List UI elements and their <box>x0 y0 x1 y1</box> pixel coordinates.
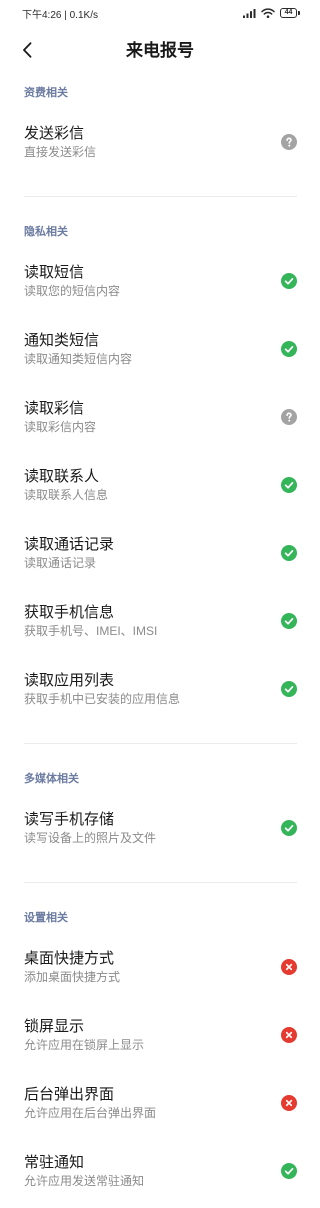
permission-text: 发送彩信直接发送彩信 <box>24 124 96 160</box>
permission-text: 读取短信读取您的短信内容 <box>24 263 120 299</box>
permission-section: 多媒体相关读写手机存储读写设备上的照片及文件 <box>0 764 320 862</box>
section-divider <box>24 743 297 744</box>
permission-item[interactable]: 读取通话记录 读取通话记录 <box>0 519 320 587</box>
check-circle-icon <box>281 341 297 357</box>
permission-section: 设置相关 桌面快捷方式 添加桌面快捷方式 锁屏显示 允许应用在锁屏上显示 后台弹出界面 允许… <box>0 903 320 1205</box>
permission-text: 读取联系人读取联系人信息 <box>24 467 108 503</box>
wifi-icon <box>261 8 275 18</box>
signal-icon <box>243 8 256 18</box>
permission-item[interactable]: 锁屏显示允许应用在锁屏上显示 <box>0 1001 320 1069</box>
permission-text: 常驻通知允许应用发送常驻通知 <box>24 1153 144 1189</box>
permission-title: 读写手机存储 <box>24 811 115 828</box>
section-header: 隐私相关 <box>24 226 68 238</box>
permission-item[interactable]: 发送彩信直接发送彩信 <box>0 108 320 176</box>
permission-title: 获取手机信息 <box>24 604 115 621</box>
battery-cap <box>298 11 300 15</box>
permission-item[interactable]: 获取手机信息获取手机号、IMEI、IMSI <box>0 587 320 655</box>
check-circle-icon <box>281 820 297 836</box>
permission-description: 读取彩信内容 <box>24 420 97 434</box>
permission-text: 获取手机信息获取手机号、IMEI、IMSI <box>24 603 157 639</box>
status-bar: 下午4:26 | 0.1K/s 44 <box>0 0 320 26</box>
permission-item[interactable]: 读取联系人读取联系人信息 <box>0 451 320 519</box>
permission-text: 读取通话记录 读取通话记录 <box>24 535 114 571</box>
permission-section: 隐私相关读取短信读取您的短信内容 通知类短信读取通知类短信内容 读取彩信读取彩信内容… <box>0 217 320 723</box>
permission-title: 发送彩信 <box>24 125 85 142</box>
check-circle-icon <box>281 681 297 697</box>
section-divider <box>24 196 297 197</box>
permission-text: 桌面快捷方式 添加桌面快捷方式 <box>24 949 120 985</box>
permission-description: 允许应用在后台弹出界面 <box>24 1106 157 1120</box>
permission-description: 读取联系人信息 <box>24 488 109 502</box>
permission-description: 获取手机中已安装的应用信息 <box>24 692 181 706</box>
permission-description: 添加桌面快捷方式 <box>24 970 121 984</box>
permission-list: 资费相关发送彩信直接发送彩信 隐私相关读取短信读取您的短信内容 通知类短信读取通知类… <box>0 78 320 1205</box>
permission-title: 读取短信 <box>24 264 85 281</box>
battery-icon: 44 <box>280 8 300 18</box>
permission-title: 读取联系人 <box>24 468 100 485</box>
permission-text: 锁屏显示允许应用在锁屏上显示 <box>24 1017 144 1053</box>
permission-title: 后台弹出界面 <box>24 1086 115 1103</box>
permission-item[interactable]: 读取彩信读取彩信内容 <box>0 383 320 451</box>
permission-section: 资费相关发送彩信直接发送彩信 <box>0 78 320 176</box>
permission-title: 读取应用列表 <box>24 672 115 689</box>
check-circle-icon <box>281 477 297 493</box>
chevron-left-icon <box>23 42 32 58</box>
permission-title: 锁屏显示 <box>24 1018 85 1035</box>
permission-description: 读取通话记录 <box>24 556 97 570</box>
permission-item[interactable]: 读写手机存储读写设备上的照片及文件 <box>0 794 320 862</box>
header: 来电报号 <box>0 26 320 78</box>
permission-title: 常驻通知 <box>24 1154 85 1171</box>
permission-description: 允许应用在锁屏上显示 <box>24 1038 145 1052</box>
permission-title: 读取彩信 <box>24 400 85 417</box>
permission-title: 桌面快捷方式 <box>24 950 115 967</box>
permission-item[interactable]: 读取应用列表获取手机中已安装的应用信息 <box>0 655 320 723</box>
cross-circle-icon <box>281 959 297 975</box>
permission-item[interactable]: 常驻通知允许应用发送常驻通知 <box>0 1137 320 1205</box>
permission-text: 读写手机存储读写设备上的照片及文件 <box>24 810 156 846</box>
section-divider <box>24 882 297 883</box>
section-header: 多媒体相关 <box>24 773 79 785</box>
permission-description: 读取通知类短信内容 <box>24 352 133 366</box>
permission-text: 读取应用列表获取手机中已安装的应用信息 <box>24 671 180 707</box>
permission-description: 允许应用发送常驻通知 <box>24 1174 145 1188</box>
permission-item[interactable]: 后台弹出界面允许应用在后台弹出界面 <box>0 1069 320 1137</box>
cross-circle-icon <box>281 1095 297 1111</box>
back-button[interactable] <box>15 38 39 62</box>
permission-item[interactable]: 桌面快捷方式 添加桌面快捷方式 <box>0 933 320 1001</box>
section-header: 资费相关 <box>24 87 68 99</box>
permission-item[interactable]: 通知类短信读取通知类短信内容 <box>0 315 320 383</box>
check-circle-icon <box>281 1163 297 1179</box>
permission-title: 通知类短信 <box>24 332 100 349</box>
permission-title: 读取通话记录 <box>24 536 115 553</box>
page-title: 来电报号 <box>126 41 194 60</box>
permission-text: 读取彩信读取彩信内容 <box>24 399 96 435</box>
permission-item[interactable]: 读取短信读取您的短信内容 <box>0 247 320 315</box>
permission-description: 获取手机号、IMEI、IMSI <box>24 624 158 638</box>
battery-level: 44 <box>280 8 297 18</box>
check-circle-icon <box>281 273 297 289</box>
permission-text: 通知类短信读取通知类短信内容 <box>24 331 132 367</box>
section-header: 设置相关 <box>24 912 68 924</box>
permission-description: 读写设备上的照片及文件 <box>24 831 157 845</box>
cross-circle-icon <box>281 1027 297 1043</box>
question-circle-icon <box>281 134 297 150</box>
permission-text: 后台弹出界面允许应用在后台弹出界面 <box>24 1085 156 1121</box>
status-icons: 44 <box>243 8 300 18</box>
permission-description: 读取您的短信内容 <box>24 284 121 298</box>
check-circle-icon <box>281 613 297 629</box>
status-time-and-speed: 下午4:26 | 0.1K/s <box>22 9 98 21</box>
question-circle-icon <box>281 409 297 425</box>
permission-description: 直接发送彩信 <box>24 145 97 159</box>
check-circle-icon <box>281 545 297 561</box>
